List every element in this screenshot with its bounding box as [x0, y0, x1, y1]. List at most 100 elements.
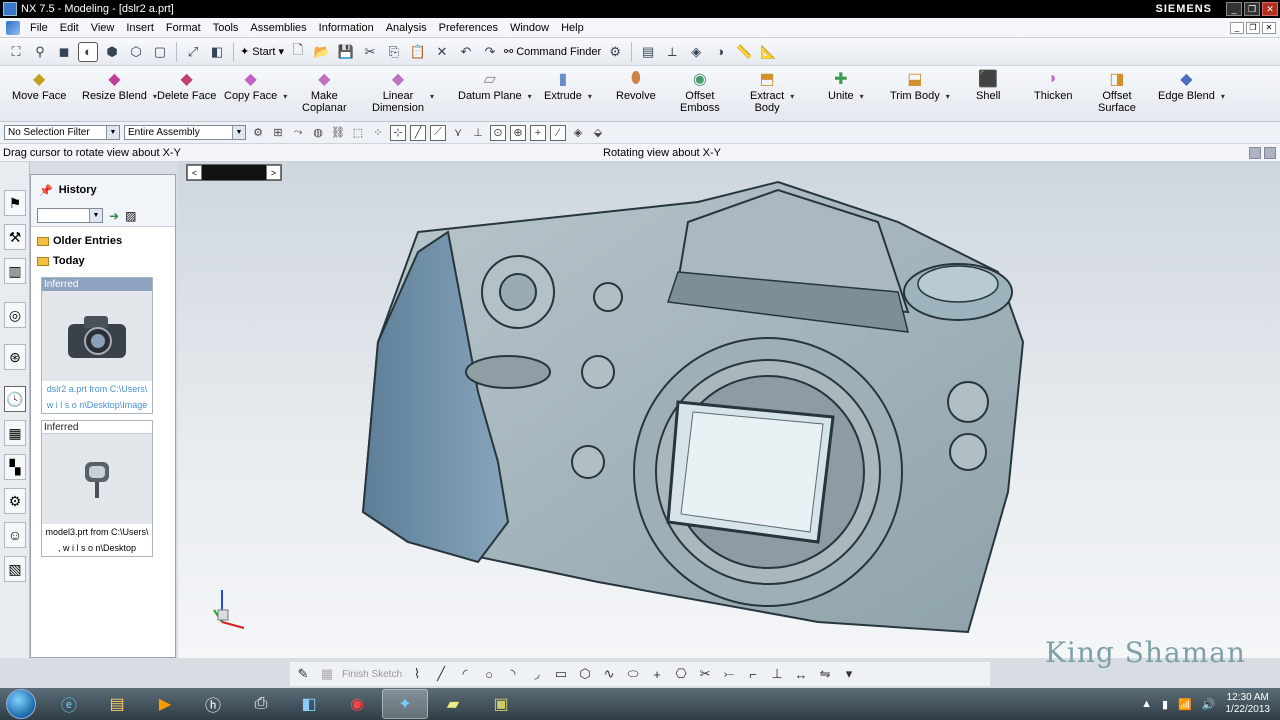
- unite-tool[interactable]: ✚ Unite ▾: [828, 68, 864, 102]
- sticky-notes-icon[interactable]: ▰: [430, 689, 476, 719]
- today-folder[interactable]: Today: [37, 251, 171, 271]
- existing-point-icon[interactable]: +: [530, 124, 546, 141]
- refresh-icon[interactable]: ➜: [109, 209, 119, 223]
- ellipse-icon[interactable]: ⬭: [624, 665, 642, 683]
- roles-tab[interactable]: ☺: [4, 522, 26, 548]
- wcs-icon[interactable]: ⟂: [662, 42, 682, 62]
- nx-taskbar-icon[interactable]: ✦: [382, 689, 428, 719]
- doc-close-button[interactable]: ✕: [1262, 21, 1276, 34]
- dimension-icon[interactable]: ↔: [792, 665, 810, 683]
- general-selection-icon[interactable]: ⚙: [250, 125, 266, 141]
- doc-minimize-button[interactable]: _: [1230, 21, 1244, 34]
- chevron-right-icon[interactable]: >: [266, 165, 281, 180]
- tray-arrow-icon[interactable]: ▲: [1141, 698, 1152, 710]
- studio-spline-icon[interactable]: ∿: [600, 665, 618, 683]
- zoom-icon[interactable]: ⚲: [30, 42, 50, 62]
- redo-icon[interactable]: ↷: [480, 42, 500, 62]
- intersection-snap-icon[interactable]: ⋎: [450, 125, 466, 141]
- quick-extend-icon[interactable]: ⤚: [720, 665, 738, 683]
- app-icon[interactable]: ◧: [286, 689, 332, 719]
- datum-plane-tool[interactable]: ▱ Datum Plane ▾: [458, 68, 532, 102]
- older-entries-folder[interactable]: Older Entries: [37, 231, 171, 251]
- cut-icon[interactable]: ✂: [360, 42, 380, 62]
- history-entry[interactable]: Inferred model3.prt from C:\Users\ , w i…: [41, 420, 153, 557]
- status-expand-icon[interactable]: [1264, 147, 1276, 159]
- new-file-icon[interactable]: 🗋: [288, 42, 308, 62]
- menu-assemblies[interactable]: Assemblies: [244, 18, 312, 38]
- hidden-edge-icon[interactable]: ⬡: [126, 42, 146, 62]
- command-finder-button[interactable]: ⚯ Command Finder: [504, 45, 601, 59]
- control-point-snap-icon[interactable]: ⟋: [430, 124, 446, 141]
- chamfer-icon[interactable]: ◞: [528, 665, 546, 683]
- delete-icon[interactable]: ✕: [432, 42, 452, 62]
- background-icon[interactable]: ▢: [150, 42, 170, 62]
- resize-blend-tool[interactable]: ◆ Resize Blend ▾: [82, 68, 157, 102]
- open-folder-icon[interactable]: 📂: [312, 42, 332, 62]
- printer-icon[interactable]: ⎙: [238, 689, 284, 719]
- thicken-tool[interactable]: ◗ Thicken: [1034, 68, 1073, 102]
- fillet-icon[interactable]: ◝: [504, 665, 522, 683]
- profile-icon[interactable]: ⌇: [408, 665, 426, 683]
- arc-center-icon[interactable]: ⊙: [490, 124, 506, 141]
- part-navigator-tab[interactable]: ▥: [4, 258, 26, 284]
- menu-tools[interactable]: Tools: [207, 18, 245, 38]
- curve-rule-icon[interactable]: ⤳: [290, 125, 306, 141]
- trim-body-tool[interactable]: ⬓ Trim Body ▾: [890, 68, 950, 102]
- point-on-curve-icon[interactable]: ⊥: [470, 125, 486, 141]
- snap-icon[interactable]: ◈: [686, 42, 706, 62]
- web-browser-tab[interactable]: ⊛: [4, 344, 26, 370]
- endpoint-snap-icon[interactable]: ⊹: [390, 124, 406, 141]
- midpoint-snap-icon[interactable]: ╱: [410, 124, 426, 141]
- history-entry[interactable]: Inferred dslr2 a.prt from C:\Users\ w i …: [41, 277, 153, 414]
- history-tab[interactable]: 🕓: [4, 386, 26, 412]
- internet-explorer-icon[interactable]: ⓔ: [46, 689, 92, 719]
- assembly-navigator-tab[interactable]: ⚑: [4, 190, 26, 216]
- copy-icon[interactable]: ⎘: [384, 42, 404, 62]
- media-player-icon[interactable]: ▶: [142, 689, 188, 719]
- save-icon[interactable]: 💾: [336, 42, 356, 62]
- menu-view[interactable]: View: [85, 18, 121, 38]
- show-hide-icon[interactable]: ◑: [710, 42, 730, 62]
- extrude-tool[interactable]: ▮ Extrude ▾: [544, 68, 592, 102]
- quick-trim-icon[interactable]: ✂: [696, 665, 714, 683]
- delete-face-tool[interactable]: ◆ Delete Face: [157, 68, 216, 102]
- offset-surface-tool[interactable]: ◨ Offset Surface: [1098, 68, 1136, 114]
- system-scenes-tab[interactable]: ▧: [4, 556, 26, 582]
- volume-icon[interactable]: 🔊: [1202, 698, 1216, 711]
- doc-restore-button[interactable]: ❐: [1246, 21, 1260, 34]
- rectangle-icon[interactable]: ▭: [552, 665, 570, 683]
- chrome-icon[interactable]: ◉: [334, 689, 380, 719]
- snap-point-icon[interactable]: ⁘: [370, 125, 386, 141]
- chain-icon[interactable]: ⛓: [330, 125, 346, 141]
- analysis-icon[interactable]: 📐: [758, 42, 778, 62]
- selection-filter-select[interactable]: No Selection Filter ▼: [4, 125, 120, 140]
- section-view-icon[interactable]: ◧: [207, 42, 227, 62]
- pin-icon[interactable]: 📌: [39, 184, 53, 197]
- palette-icon[interactable]: ▨: [125, 209, 136, 223]
- toolbar-options-icon[interactable]: ⚙: [605, 42, 625, 62]
- box-select-icon[interactable]: ⬚: [350, 125, 366, 141]
- windows-start-button[interactable]: [6, 689, 36, 719]
- render-style-icon[interactable]: ⬢: [102, 42, 122, 62]
- start-menu-button[interactable]: ✦ Start ▾: [240, 45, 284, 59]
- selection-scope-select[interactable]: Entire Assembly ▼: [124, 125, 246, 140]
- process-studio-tab[interactable]: ▚: [4, 454, 26, 480]
- measure-icon[interactable]: 📏: [734, 42, 754, 62]
- menu-analysis[interactable]: Analysis: [380, 18, 433, 38]
- system-materials-tab[interactable]: ▦: [4, 420, 26, 446]
- constraint-navigator-tab[interactable]: ⚒: [4, 224, 26, 250]
- file-explorer-icon[interactable]: ▤: [94, 689, 140, 719]
- mirror-icon[interactable]: ⇋: [816, 665, 834, 683]
- graphics-window[interactable]: [178, 162, 1280, 658]
- menu-file[interactable]: File: [24, 18, 54, 38]
- menu-preferences[interactable]: Preferences: [433, 18, 504, 38]
- finish-sketch-icon[interactable]: ▦: [318, 665, 336, 683]
- menu-format[interactable]: Format: [160, 18, 207, 38]
- polygon-icon[interactable]: ⬡: [576, 665, 594, 683]
- orient-view-icon[interactable]: ⤢: [183, 42, 203, 62]
- network-icon[interactable]: ▮: [1162, 698, 1168, 711]
- signal-icon[interactable]: 📶: [1178, 698, 1192, 711]
- menu-help[interactable]: Help: [555, 18, 590, 38]
- feature-selection-icon[interactable]: ⊞: [270, 125, 286, 141]
- shell-tool[interactable]: ⬛ Shell: [976, 68, 1000, 102]
